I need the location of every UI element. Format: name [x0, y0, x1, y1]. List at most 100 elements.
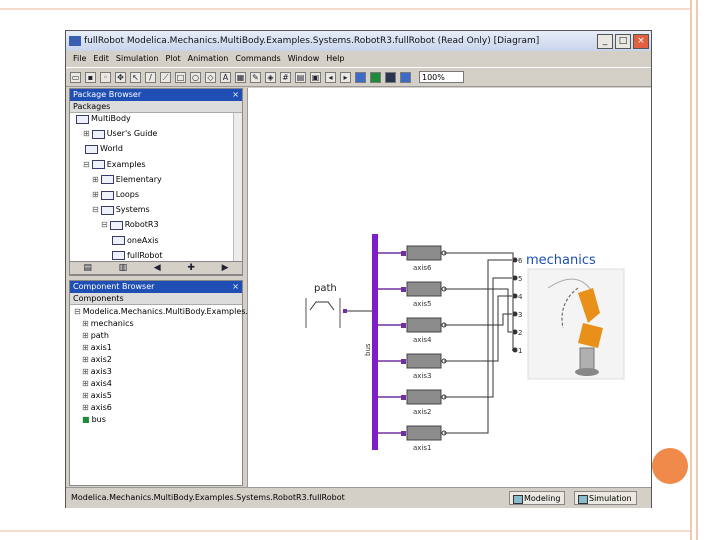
modeling-mode-button[interactable]: Modeling [509, 491, 566, 505]
bitmap-tool-icon[interactable]: ▦ [235, 71, 246, 83]
axis-block[interactable]: axis2 [378, 389, 447, 416]
component-item[interactable]: ■ bus [82, 414, 106, 426]
pan-icon[interactable]: ✥ [115, 71, 126, 83]
minimize-button[interactable]: _ [597, 33, 613, 49]
package-tree-item[interactable]: MultiBody [74, 113, 131, 125]
save-icon[interactable]: ▪ [85, 71, 96, 83]
package-browser-close-icon[interactable]: × [232, 89, 239, 101]
component-icon[interactable]: ▣ [310, 71, 321, 83]
component-item[interactable]: ⊞ axis5 [82, 390, 112, 402]
align-icon[interactable]: ▤ [295, 71, 306, 83]
package-tree-item[interactable]: ⊟ RobotR3 [101, 219, 159, 231]
expand-icon[interactable]: ⊞ [82, 391, 89, 400]
component-root[interactable]: ⊟ Modelica.Mechanics.MultiBody.Examples.S… [74, 306, 258, 318]
component-item[interactable]: ⊞ mechanics [82, 318, 134, 330]
close-button[interactable]: × [633, 33, 649, 49]
select-arrow-icon[interactable]: ↖ [130, 71, 141, 83]
axis-block[interactable]: axis6 [378, 245, 447, 272]
component-browser-close-icon[interactable]: × [232, 281, 239, 293]
axis-block[interactable]: axis3 [378, 353, 447, 380]
expand-icon[interactable]: ⊞ [82, 403, 89, 412]
axis-block[interactable]: axis1 [378, 425, 447, 452]
expand-toggle-icon[interactable]: ⊞ [92, 189, 99, 201]
mechanics-port[interactable]: 3 [444, 311, 522, 326]
back-icon[interactable]: ◀ [154, 263, 161, 273]
expand-toggle-icon[interactable]: ⊞ [92, 174, 99, 186]
mechanics-port[interactable]: 4 [444, 293, 523, 362]
arrow-left-icon[interactable]: ◂ [325, 71, 336, 83]
expand-toggle-icon[interactable]: ⊟ [92, 204, 99, 216]
icon-layer-icon[interactable] [355, 71, 366, 83]
collapse-icon[interactable]: ⊟ [74, 307, 81, 316]
open-icon[interactable]: ▭ [70, 71, 81, 83]
text-layer-icon[interactable] [400, 71, 411, 83]
expand-toggle-icon[interactable]: ⊞ [83, 128, 90, 140]
diagram-layer-icon[interactable] [370, 71, 381, 83]
mechanics-block[interactable] [527, 268, 625, 380]
bus-icon[interactable]: ■ [82, 415, 90, 424]
expand-icon[interactable]: ⊞ [82, 379, 89, 388]
package-browser-scrollbar[interactable] [233, 113, 242, 265]
package-tree-item[interactable]: oneAxis [110, 235, 158, 247]
axis-label: axis5 [413, 300, 431, 308]
expand-icon[interactable]: ⊞ [82, 343, 89, 352]
maximize-button[interactable]: □ [615, 33, 631, 49]
zoom-tool-icon[interactable]: ◦ [100, 71, 111, 83]
package-tree-item[interactable]: World [83, 143, 123, 155]
documentation-layer-icon[interactable] [385, 71, 396, 83]
text-tool-icon[interactable]: A [220, 71, 231, 83]
flange-connection [444, 288, 512, 333]
menu-simulation[interactable]: Simulation [116, 54, 159, 63]
library-icon[interactable]: ▥ [119, 263, 128, 273]
line-color-icon[interactable]: ✎ [250, 71, 261, 83]
component-item[interactable]: ⊞ axis1 [82, 342, 112, 354]
component-item[interactable]: ⊞ axis3 [82, 366, 112, 378]
connect-tool-icon[interactable]: ⟋ [160, 71, 171, 83]
expand-toggle-icon[interactable]: ⊟ [83, 159, 90, 171]
package-tree-item[interactable]: ⊞ Loops [92, 189, 139, 201]
mechanics-port[interactable]: 6 [444, 257, 523, 434]
mechanics-port[interactable]: 5 [444, 275, 522, 398]
menu-commands[interactable]: Commands [235, 54, 280, 63]
component-item[interactable]: ⊞ axis4 [82, 378, 112, 390]
mechanics-port[interactable]: 1 [444, 252, 522, 355]
axis-block[interactable]: axis5 [378, 281, 447, 308]
arrow-right-icon[interactable]: ▸ [340, 71, 351, 83]
diagram-canvas[interactable]: path bus axis6 axis5 axis4 axis3 axis2 axis1 … [247, 88, 651, 487]
expand-icon[interactable]: ⊞ [82, 319, 89, 328]
component-item[interactable]: ⊞ path [82, 330, 109, 342]
expand-toggle-icon[interactable]: ⊟ [101, 219, 108, 231]
polygon-tool-icon[interactable]: ◇ [205, 71, 216, 83]
line-tool-icon[interactable]: / [145, 71, 156, 83]
expand-icon[interactable]: ⊞ [82, 355, 89, 364]
package-tree-item[interactable]: ⊟ Systems [92, 204, 150, 216]
modeling-icon [513, 495, 523, 504]
component-item-label: mechanics [90, 319, 134, 328]
menu-file[interactable]: File [73, 54, 86, 63]
package-tree-item[interactable]: ⊟ Examples [83, 159, 146, 171]
menu-plot[interactable]: Plot [166, 54, 181, 63]
bus-bar[interactable] [372, 234, 378, 450]
rectangle-tool-icon[interactable]: □ [175, 71, 186, 83]
expand-icon[interactable]: ⊞ [82, 367, 89, 376]
info-icon[interactable]: ▤ [83, 263, 92, 273]
path-block[interactable] [305, 298, 347, 328]
add-icon[interactable]: ✚ [187, 263, 195, 273]
fill-color-icon[interactable]: ◈ [265, 71, 276, 83]
component-item[interactable]: ⊞ axis6 [82, 402, 112, 414]
package-tree-item[interactable]: ⊞ User's Guide [83, 128, 157, 140]
menu-help[interactable]: Help [326, 54, 344, 63]
forward-icon[interactable]: ▶ [222, 263, 229, 273]
axis-block[interactable]: axis4 [378, 317, 447, 344]
menu-animation[interactable]: Animation [188, 54, 229, 63]
simulation-mode-button[interactable]: Simulation [574, 491, 637, 505]
component-item[interactable]: ⊞ axis2 [82, 354, 112, 366]
zoom-select[interactable]: 100% [419, 71, 464, 83]
ellipse-tool-icon[interactable]: ○ [190, 71, 201, 83]
menu-window[interactable]: Window [288, 54, 320, 63]
expand-icon[interactable]: ⊞ [82, 331, 89, 340]
menu-edit[interactable]: Edit [93, 54, 109, 63]
grid-icon[interactable]: # [280, 71, 291, 83]
package-tree-item[interactable]: ⊞ Elementary [92, 174, 162, 186]
package-tree-item[interactable]: fullRobot [110, 250, 163, 262]
